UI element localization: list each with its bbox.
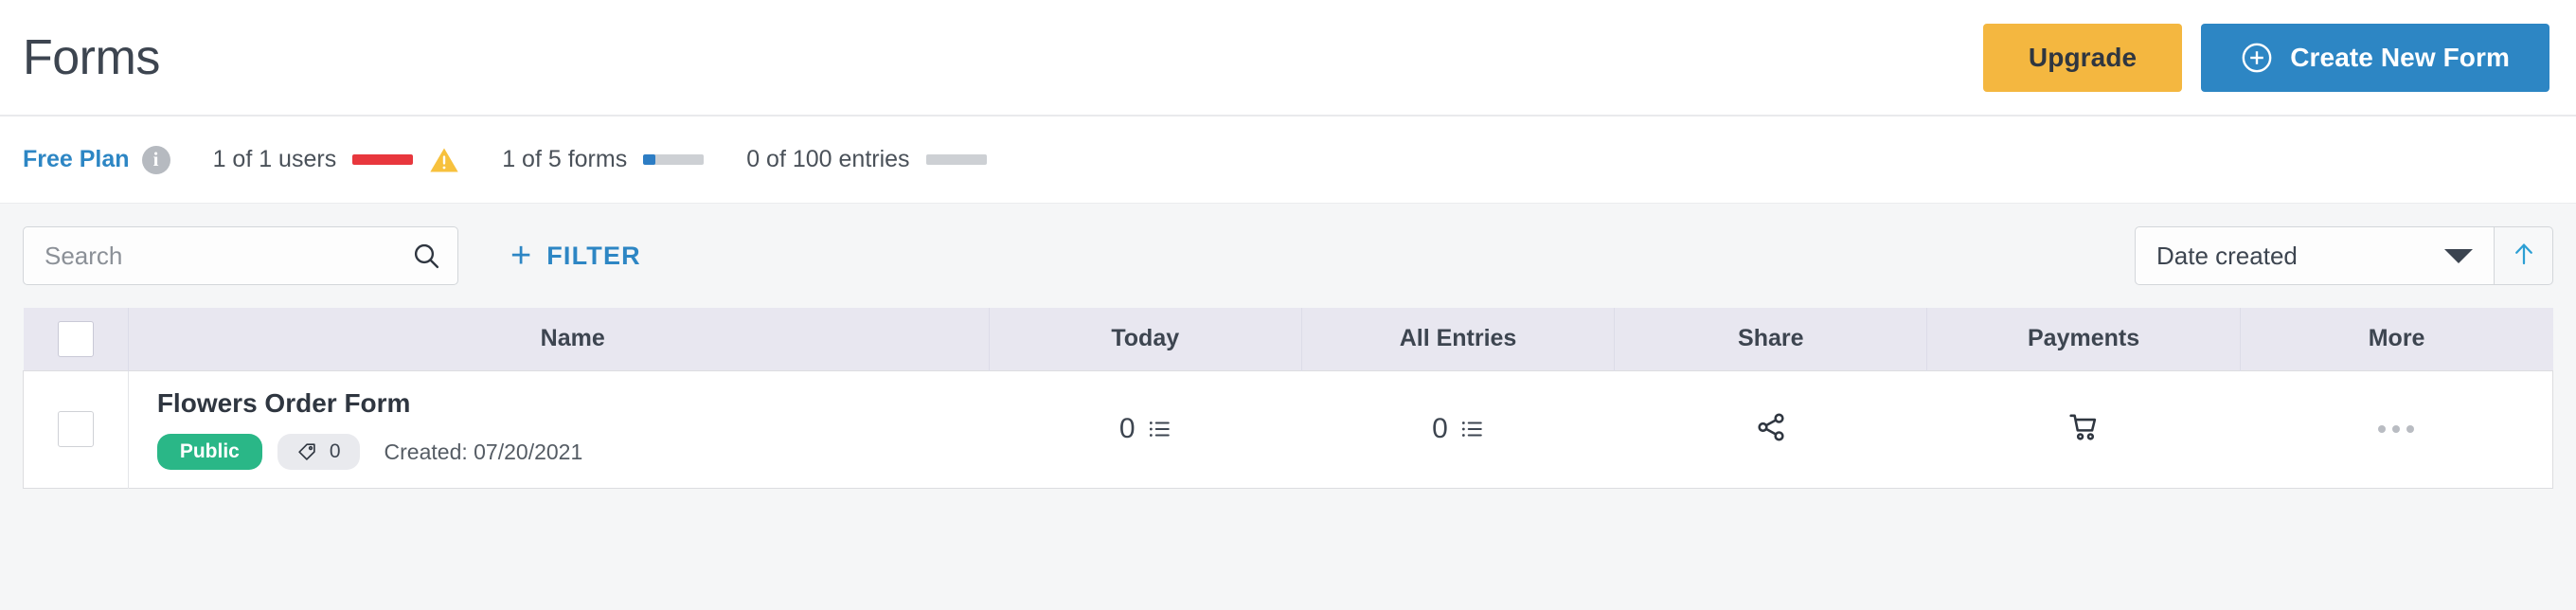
- row-name-cell: Flowers Order Form Public 0 Created: 07/…: [128, 370, 989, 488]
- plan-name-link[interactable]: Free Plan: [23, 146, 130, 173]
- sort-controls: Date created: [2135, 226, 2553, 285]
- shopping-cart-icon[interactable]: [2067, 411, 2100, 443]
- filter-label: FILTER: [546, 241, 641, 270]
- form-meta: Public 0 Created: 07/20/2021: [156, 434, 989, 470]
- list-icon: [1147, 417, 1172, 441]
- row-more-cell: [2240, 370, 2552, 488]
- search-box[interactable]: [23, 226, 458, 285]
- sort-by-select[interactable]: Date created: [2135, 226, 2495, 285]
- chevron-down-icon: [2444, 248, 2473, 263]
- usage-entries: 0 of 100 entries: [746, 146, 987, 173]
- row-checkbox[interactable]: [57, 411, 94, 447]
- forms-table: Name Today All Entries Share Payments Mo…: [23, 308, 2553, 489]
- tag-count-badge[interactable]: 0: [277, 434, 360, 470]
- usage-forms: 1 of 5 forms: [502, 146, 705, 173]
- sort-direction-button[interactable]: [2495, 226, 2553, 285]
- forms-table-body: Flowers Order Form Public 0 Created: 07/…: [23, 370, 2553, 488]
- tag-icon: [296, 441, 317, 462]
- table-row[interactable]: Flowers Order Form Public 0 Created: 07/…: [23, 370, 2553, 488]
- row-share-cell: [1615, 370, 1927, 488]
- arrow-up-icon: [2510, 240, 2538, 273]
- status-badge[interactable]: Public: [156, 434, 262, 470]
- search-input[interactable]: [45, 241, 412, 271]
- plan-usage-bar: Free Plan i 1 of 1 users 1 of 5 forms 0 …: [0, 117, 2576, 204]
- select-all-checkbox[interactable]: [57, 320, 94, 357]
- share-nodes-icon[interactable]: [1755, 411, 1787, 443]
- usage-users: 1 of 1 users: [213, 146, 460, 174]
- column-header-all-entries[interactable]: All Entries: [1301, 308, 1616, 370]
- all-entries-link[interactable]: 0: [1432, 413, 1484, 445]
- create-new-form-label: Create New Form: [2290, 42, 2510, 72]
- plus-circle-icon: [2241, 42, 2273, 74]
- create-new-form-button[interactable]: Create New Form: [2201, 23, 2549, 92]
- row-payments-cell: [1927, 370, 2240, 488]
- list-icon: [1459, 417, 1484, 441]
- search-icon[interactable]: [412, 242, 440, 270]
- forms-table-head: Name Today All Entries Share Payments Mo…: [23, 308, 2553, 370]
- forms-table-area: Name Today All Entries Share Payments Mo…: [0, 308, 2576, 489]
- usage-entries-meter: [925, 154, 987, 165]
- column-header-payments[interactable]: Payments: [1926, 308, 2241, 370]
- column-header-more[interactable]: More: [2240, 308, 2552, 370]
- page-title: Forms: [23, 29, 160, 85]
- select-all-header: [23, 308, 129, 370]
- info-icon[interactable]: i: [141, 145, 170, 174]
- filter-button[interactable]: + FILTER: [510, 238, 641, 274]
- tag-count-value: 0: [329, 440, 341, 463]
- row-all-entries-cell: 0: [1301, 370, 1614, 488]
- page-header: Forms Upgrade Create New Form: [0, 0, 2576, 117]
- usage-users-label: 1 of 1 users: [212, 146, 337, 172]
- usage-forms-label: 1 of 5 forms: [502, 146, 628, 172]
- column-header-today[interactable]: Today: [989, 308, 1302, 370]
- upgrade-button[interactable]: Upgrade: [1982, 23, 2183, 92]
- form-title[interactable]: Flowers Order Form: [157, 388, 989, 419]
- sort-by-value: Date created: [2156, 241, 2298, 270]
- today-count: 0: [1118, 413, 1136, 444]
- created-date: Created: 07/20/2021: [384, 439, 583, 464]
- column-header-share[interactable]: Share: [1614, 308, 1928, 370]
- row-select-cell: [23, 370, 129, 488]
- today-entries-link[interactable]: 0: [1119, 413, 1172, 445]
- usage-entries-label: 0 of 100 entries: [746, 146, 910, 172]
- usage-forms-meter: [643, 154, 705, 165]
- usage-users-meter: [352, 154, 414, 165]
- table-header-row: Name Today All Entries Share Payments Mo…: [23, 308, 2553, 370]
- all-entries-count: 0: [1432, 413, 1448, 444]
- warning-triangle-icon: [429, 146, 459, 174]
- row-today-cell: 0: [989, 370, 1301, 488]
- plus-icon: +: [510, 236, 532, 276]
- header-actions: Upgrade Create New Form: [1982, 23, 2549, 92]
- list-toolbar: + FILTER Date created: [0, 204, 2576, 308]
- column-header-name[interactable]: Name: [128, 308, 990, 370]
- ellipsis-icon[interactable]: [2378, 425, 2415, 433]
